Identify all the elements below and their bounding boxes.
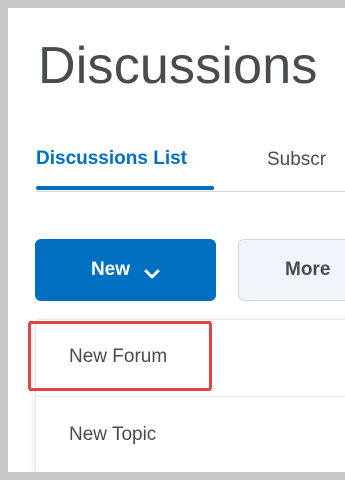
menu-divider (36, 396, 345, 397)
tab-discussions-list[interactable]: Discussions List (36, 148, 187, 170)
new-button-label: New (90, 259, 131, 280)
new-button[interactable]: New (35, 239, 216, 301)
chevron-down-icon (144, 264, 160, 279)
menu-item-new-topic[interactable]: New Topic (69, 424, 156, 446)
highlight-box (28, 321, 212, 391)
active-tab-indicator (36, 186, 214, 190)
more-button-label: More (285, 259, 331, 280)
screenshot-frame: Discussions Discussions List Subscr New … (8, 8, 345, 472)
more-button[interactable]: More (238, 239, 345, 301)
tabs-divider (36, 191, 345, 192)
page-title: Discussions (38, 37, 318, 95)
tab-subscriptions[interactable]: Subscr (267, 149, 326, 171)
